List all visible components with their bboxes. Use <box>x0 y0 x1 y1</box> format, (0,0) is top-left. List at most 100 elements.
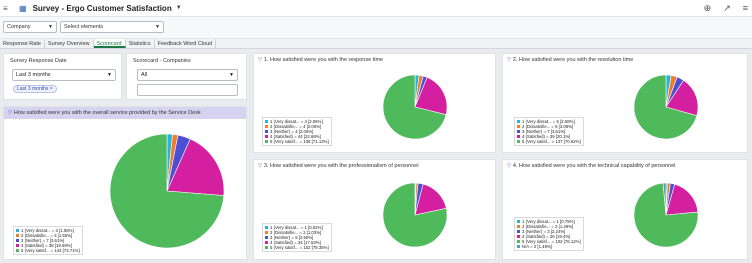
companies-select[interactable]: All ▼ <box>137 69 238 81</box>
tab-survey-overview[interactable]: Survey Overview <box>45 39 94 48</box>
pie-chart-response-time <box>382 74 448 140</box>
chart-title: 2. How satisfied were you with the resol… <box>512 57 634 63</box>
filter-icon[interactable]: ▽ <box>8 110 12 116</box>
companies-search-input[interactable] <box>137 84 238 96</box>
legend-swatch <box>16 244 19 247</box>
filter-icon[interactable]: ▽ <box>507 163 511 169</box>
tab-feedback-word-cloud[interactable]: Feedback Word Cloud <box>155 39 217 48</box>
chart-card-overall: ▽ How satisfied were you with the overall… <box>3 106 247 260</box>
pie-chart-overall <box>109 133 225 249</box>
legend-swatch <box>517 245 520 248</box>
legend-swatch <box>517 130 520 133</box>
company-select-label: Company <box>7 24 31 30</box>
legend-swatch <box>265 125 268 128</box>
tab-response-rate[interactable]: Response Rate <box>0 39 45 48</box>
legend-swatch <box>16 234 19 237</box>
legend-item[interactable]: 5 (Very satisf... = 143 [73.71%] <box>16 248 80 253</box>
legend-swatch <box>265 130 268 133</box>
legend-label: 5 (Very satisf... = 137 [70.62%] <box>522 139 581 144</box>
chevron-down-icon: ▼ <box>229 72 234 78</box>
chart-legend: 1 (Very dissat... = 4 [2.06%] 2 (Dissatis… <box>262 117 332 146</box>
hamburger-menu-icon[interactable]: ≡ <box>3 4 13 13</box>
legend-item[interactable]: 5 (Very satisf... = 138 [71.13%] <box>265 139 329 144</box>
filter-bar: Company ▼ Select elements ▼ <box>0 17 752 39</box>
legend-item[interactable]: 5 (Very satisf... = 152 [78.35%] <box>265 245 329 250</box>
pie-chart-professionalism <box>382 182 448 248</box>
date-range-chip[interactable]: Last 3 months × <box>13 85 57 93</box>
chart-header: ▽ 3. How satisfied were you with the prof… <box>254 160 495 172</box>
card-title: Survey Response Date <box>10 58 67 64</box>
header-actions: ⊕ ↗ ≡ <box>704 3 748 14</box>
legend-label: 5 (Very satisf... = 143 [73.71%] <box>21 248 80 253</box>
legend-swatch <box>517 135 520 138</box>
card-title: Scorecard - Companies <box>133 58 191 64</box>
legend-swatch <box>265 226 268 229</box>
dashboard-tabs: Response Rate Survey Overview Scorecard Sta… <box>0 39 752 49</box>
legend-swatch <box>265 140 268 143</box>
chevron-down-icon: ▼ <box>155 24 160 30</box>
share-icon[interactable]: ↗ <box>723 3 731 14</box>
chevron-down-icon: ▼ <box>48 24 53 30</box>
legend-swatch <box>517 125 520 128</box>
date-range-value: Last 3 months <box>16 72 51 78</box>
chart-card-response-time: ▽ 1. How satisfied were you with the resp… <box>253 53 496 153</box>
legend-swatch <box>517 220 520 223</box>
survey-response-date-card: Survey Response Date Last 3 months ▼ Las… <box>3 53 122 100</box>
chart-title: 4. How satisfied were you with the techn… <box>512 163 676 169</box>
legend-swatch <box>16 239 19 242</box>
filter-icon[interactable]: ▽ <box>507 57 511 63</box>
chart-card-resolution-time: ▽ 2. How satisfied were you with the reso… <box>502 53 748 153</box>
chart-card-technical: ▽ 4. How satisfied were you with the tech… <box>502 159 748 260</box>
chevron-down-icon: ▼ <box>107 72 112 78</box>
companies-value: All <box>141 72 148 78</box>
legend-label: 5 (Very satisf... = 152 [78.35%] <box>270 245 329 250</box>
legend-swatch <box>517 225 520 228</box>
legend-swatch <box>265 246 268 249</box>
company-select[interactable]: Company ▼ <box>3 21 57 33</box>
chart-title: 3. How satisfied were you with the profe… <box>263 163 419 169</box>
legend-swatch <box>265 231 268 234</box>
legend-swatch <box>16 249 19 252</box>
legend-label: 5 (Very satisf... = 138 [71.13%] <box>270 139 329 144</box>
legend-label: N/A = 2 [1.49%] <box>522 244 552 249</box>
dashboard-title: Survey - Ergo Customer Satisfaction <box>32 3 172 13</box>
select-elements-placeholder: Select elements <box>64 24 104 30</box>
legend-swatch <box>265 135 268 138</box>
chart-title: How satisfied were you with the overall … <box>13 110 201 116</box>
date-chip-label: Last 3 months <box>17 86 49 92</box>
chart-card-professionalism: ▽ 3. How satisfied were you with the prof… <box>253 159 496 260</box>
legend-swatch <box>16 229 19 232</box>
chart-legend: 1 (Very dissat... = 1 [0.75%] 2 (Dissatis… <box>514 217 584 251</box>
chart-header: ▽ 2. How satisfied were you with the reso… <box>503 54 747 66</box>
date-range-select[interactable]: Last 3 months ▼ <box>12 69 116 81</box>
legend-swatch <box>265 120 268 123</box>
chart-header: ▽ How satisfied were you with the overall… <box>4 107 246 119</box>
title-dropdown-icon[interactable]: ▼ <box>176 5 182 11</box>
select-elements-dropdown[interactable]: Select elements ▼ <box>60 21 164 33</box>
chart-header: ▽ 4. How satisfied were you with the tech… <box>503 160 747 172</box>
legend-swatch <box>517 230 520 233</box>
settings-sliders-icon[interactable]: ≡ <box>743 3 748 14</box>
legend-item[interactable]: N/A = 2 [1.49%] <box>517 244 581 249</box>
legend-swatch <box>517 140 520 143</box>
chart-header: ▽ 1. How satisfied were you with the resp… <box>254 54 495 66</box>
legend-swatch <box>517 240 520 243</box>
add-icon[interactable]: ⊕ <box>704 3 712 14</box>
legend-swatch <box>517 235 520 238</box>
chip-close-icon[interactable]: × <box>50 86 53 92</box>
chart-legend: 1 (Very dissat... = 5 [2.58%] 2 (Dissatis… <box>514 117 584 146</box>
filter-icon[interactable]: ▽ <box>258 57 262 63</box>
chart-title: 1. How satisfied were you with the respo… <box>263 57 384 63</box>
filter-icon[interactable]: ▽ <box>258 163 262 169</box>
legend-swatch <box>517 120 520 123</box>
legend-item[interactable]: 5 (Very satisf... = 137 [70.62%] <box>517 139 581 144</box>
pie-chart-technical <box>633 182 699 248</box>
tab-statistics[interactable]: Statistics <box>126 39 155 48</box>
dashboard-grid-icon: ▦ <box>19 3 27 13</box>
chart-legend: 1 (Very dissat... = 1 [0.52%] 2 (Dissatis… <box>262 223 332 252</box>
chart-legend: 1 (Very dissat... = 3 [1.55%] 2 (Dissatis… <box>13 226 83 255</box>
scorecard-companies-card: Scorecard - Companies All ▼ <box>126 53 247 100</box>
pie-chart-resolution-time <box>633 74 699 140</box>
tab-scorecard[interactable]: Scorecard <box>93 39 126 48</box>
top-bar: ≡ ▦ Survey - Ergo Customer Satisfaction … <box>0 0 752 17</box>
